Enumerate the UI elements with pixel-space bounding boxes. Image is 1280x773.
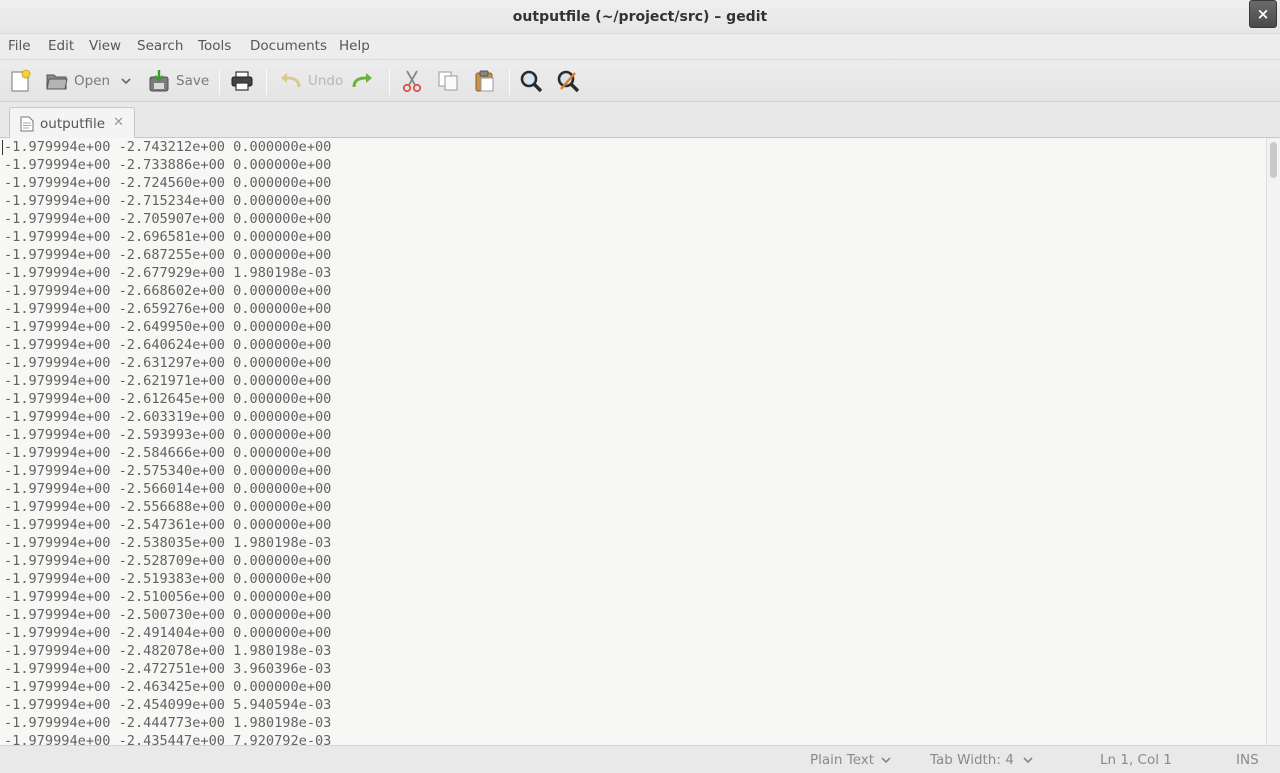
new-document-button[interactable] <box>10 68 32 94</box>
editor-lines: -1.979994e+00 -2.743212e+00 0.000000e+00… <box>4 138 331 745</box>
text-line: -1.979994e+00 -2.649950e+00 0.000000e+00 <box>4 319 332 335</box>
undo-icon <box>281 73 301 88</box>
text-line: -1.979994e+00 -2.566014e+00 0.000000e+00 <box>4 481 332 497</box>
toolbar-separator <box>266 69 267 95</box>
tab-label: outputfile <box>40 115 106 132</box>
text-line: -1.979994e+00 -2.705907e+00 0.000000e+00 <box>4 211 332 227</box>
text-line: -1.979994e+00 -2.510056e+00 0.000000e+00 <box>4 589 332 605</box>
toolbar-separator <box>219 69 220 95</box>
text-line: -1.979994e+00 -2.444773e+00 1.980198e-03 <box>4 715 332 731</box>
tab-outputfile[interactable]: outputfile ✕ <box>9 107 135 139</box>
folder-open-icon <box>46 74 68 90</box>
language-label: Plain Text <box>810 752 875 768</box>
cursor-position: Ln 1, Col 1 <box>1100 752 1172 768</box>
vertical-scrollbar[interactable] <box>1266 138 1280 745</box>
text-line: -1.979994e+00 -2.593993e+00 0.000000e+00 <box>4 427 332 443</box>
print-button[interactable] <box>230 68 254 94</box>
status-bar: Plain Text Tab Width: 4 Ln 1, Col 1 INS <box>0 745 1280 773</box>
menu-bar: File Edit View Search Tools Documents He… <box>0 34 1280 59</box>
copy-icon <box>438 71 458 91</box>
printer-icon <box>231 71 253 91</box>
save-label: Save <box>176 73 210 89</box>
search-icon <box>520 70 543 93</box>
toolbar: Open Save Undo <box>0 59 1280 102</box>
close-tab-button[interactable]: ✕ <box>113 115 124 130</box>
text-line: -1.979994e+00 -2.733886e+00 0.000000e+00 <box>4 157 332 173</box>
insert-mode: INS <box>1236 752 1259 768</box>
window-title: outputfile (~/project/src) – gedit <box>512 9 768 25</box>
text-line: -1.979994e+00 -2.547361e+00 0.000000e+00 <box>4 517 332 533</box>
text-line: -1.979994e+00 -2.584666e+00 0.000000e+00 <box>4 445 332 461</box>
text-line: -1.979994e+00 -2.631297e+00 0.000000e+00 <box>4 355 332 371</box>
text-line: -1.979994e+00 -2.528709e+00 0.000000e+00 <box>4 553 332 569</box>
text-line: -1.979994e+00 -2.519383e+00 0.000000e+00 <box>4 571 332 587</box>
tab-width-selector[interactable]: Tab Width: 4 <box>930 752 1034 768</box>
title-bar: outputfile (~/project/src) – gedit × <box>0 0 1280 34</box>
tab-width-label: Tab Width: 4 <box>930 752 1014 768</box>
document-tabs: outputfile ✕ <box>0 102 1280 139</box>
chevron-down-icon <box>1023 757 1033 764</box>
menu-tools[interactable]: Tools <box>198 38 231 54</box>
toolbar-separator <box>389 69 390 95</box>
text-line: -1.979994e+00 -2.435447e+00 7.920792e-03 <box>4 733 332 745</box>
text-line: -1.979994e+00 -2.724560e+00 0.000000e+00 <box>4 175 332 191</box>
find-replace-button[interactable] <box>556 68 580 94</box>
find-button[interactable] <box>519 68 543 94</box>
text-line: -1.979994e+00 -2.668602e+00 0.000000e+00 <box>4 283 332 299</box>
open-recent-dropdown[interactable] <box>120 68 132 94</box>
toolbar-separator <box>509 69 510 95</box>
text-line: -1.979994e+00 -2.575340e+00 0.000000e+00 <box>4 463 332 479</box>
language-selector[interactable]: Plain Text <box>810 752 892 768</box>
text-line: -1.979994e+00 -2.696581e+00 0.000000e+00 <box>4 229 332 245</box>
redo-button[interactable] <box>351 68 375 94</box>
text-line: -1.979994e+00 -2.500730e+00 0.000000e+00 <box>4 607 332 623</box>
copy-button[interactable] <box>437 68 459 94</box>
text-line: -1.979994e+00 -2.472751e+00 3.960396e-03 <box>4 661 332 677</box>
text-line: -1.979994e+00 -2.556688e+00 0.000000e+00 <box>4 499 332 515</box>
menu-help[interactable]: Help <box>339 38 370 54</box>
text-document-icon <box>20 116 34 131</box>
text-line: -1.979994e+00 -2.640624e+00 0.000000e+00 <box>4 337 332 353</box>
open-button[interactable]: Open <box>46 68 110 94</box>
find-replace-icon <box>557 70 580 93</box>
text-cursor <box>2 140 3 155</box>
menu-edit[interactable]: Edit <box>48 38 74 54</box>
text-line: -1.979994e+00 -2.743212e+00 0.000000e+00 <box>4 139 332 155</box>
clipboard-icon <box>475 70 494 92</box>
redo-icon <box>352 73 372 88</box>
text-line: -1.979994e+00 -2.715234e+00 0.000000e+00 <box>4 193 332 209</box>
paste-button[interactable] <box>473 68 497 94</box>
close-window-button[interactable]: × <box>1249 0 1277 28</box>
chevron-down-icon <box>881 757 891 764</box>
text-line: -1.979994e+00 -2.491404e+00 0.000000e+00 <box>4 625 332 641</box>
text-line: -1.979994e+00 -2.603319e+00 0.000000e+00 <box>4 409 332 425</box>
new-document-icon <box>11 69 31 92</box>
scissors-icon <box>402 70 422 93</box>
text-line: -1.979994e+00 -2.454099e+00 5.940594e-03 <box>4 697 332 713</box>
text-editor[interactable]: -1.979994e+00 -2.743212e+00 0.000000e+00… <box>0 138 1266 745</box>
undo-button[interactable]: Undo <box>278 68 343 94</box>
text-line: -1.979994e+00 -2.659276e+00 0.000000e+00 <box>4 301 332 317</box>
menu-documents[interactable]: Documents <box>250 38 327 54</box>
save-button[interactable]: Save <box>148 68 209 94</box>
text-line: -1.979994e+00 -2.612645e+00 0.000000e+00 <box>4 391 332 407</box>
text-line: -1.979994e+00 -2.463425e+00 0.000000e+00 <box>4 679 332 695</box>
text-line: -1.979994e+00 -2.687255e+00 0.000000e+00 <box>4 247 332 263</box>
text-line: -1.979994e+00 -2.621971e+00 0.000000e+00 <box>4 373 332 389</box>
open-label: Open <box>74 73 111 89</box>
save-icon <box>149 70 169 92</box>
text-line: -1.979994e+00 -2.482078e+00 1.980198e-03 <box>4 643 332 659</box>
text-line: -1.979994e+00 -2.677929e+00 1.980198e-03 <box>4 265 332 281</box>
undo-label: Undo <box>308 73 344 89</box>
menu-view[interactable]: View <box>89 38 121 54</box>
cut-button[interactable] <box>400 68 424 94</box>
gedit-window: outputfile (~/project/src) – gedit × Fil… <box>0 0 1280 773</box>
menu-search[interactable]: Search <box>137 38 183 54</box>
scrollbar-thumb[interactable] <box>1270 142 1277 178</box>
menu-file[interactable]: File <box>8 38 31 54</box>
text-line: -1.979994e+00 -2.538035e+00 1.980198e-03 <box>4 535 332 551</box>
chevron-down-icon <box>121 78 131 85</box>
